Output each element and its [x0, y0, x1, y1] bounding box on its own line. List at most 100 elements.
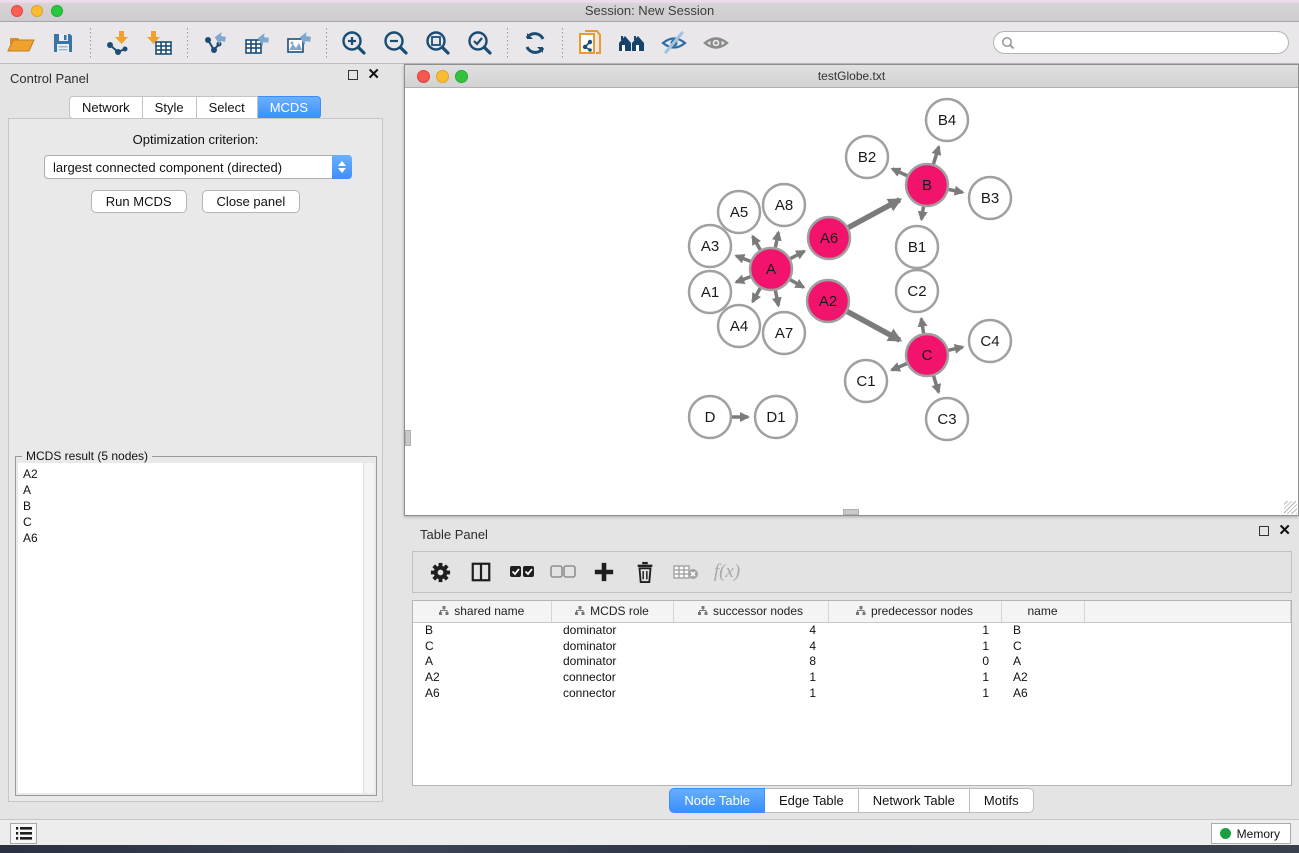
edge-A-A8[interactable] [775, 232, 778, 248]
fit-content-button[interactable] [421, 27, 455, 59]
node-B3[interactable]: B3 [969, 177, 1011, 219]
node-B2[interactable]: B2 [846, 136, 888, 178]
table-cell[interactable]: B [1001, 622, 1084, 638]
result-scrollbar[interactable] [363, 463, 374, 793]
refresh-layout-button[interactable] [518, 27, 552, 59]
export-network-button[interactable] [198, 27, 232, 59]
memory-button[interactable]: Memory [1211, 823, 1291, 844]
zoom-selected-button[interactable] [463, 27, 497, 59]
edge-C-C4[interactable] [947, 347, 962, 350]
table-cell[interactable]: 1 [673, 685, 828, 701]
edge-A-A7[interactable] [775, 290, 778, 306]
tab-mcds[interactable]: MCDS [258, 96, 321, 119]
node-B[interactable]: B [906, 164, 948, 206]
node-C3[interactable]: C3 [926, 398, 968, 440]
table-cell[interactable]: C [1001, 638, 1084, 654]
edge-B-B3[interactable] [948, 189, 963, 192]
node-A1[interactable]: A1 [689, 271, 731, 313]
table-cell[interactable]: 1 [828, 685, 1001, 701]
edge-A-A2[interactable] [789, 279, 803, 287]
function-builder-button[interactable]: f(x) [714, 559, 740, 585]
column-header[interactable]: successor nodes [673, 601, 828, 622]
table-cell[interactable]: 8 [673, 653, 828, 669]
result-item[interactable]: A6 [23, 530, 363, 546]
node-B4[interactable]: B4 [926, 99, 968, 141]
deselect-all-button[interactable] [550, 559, 576, 585]
node-D[interactable]: D [689, 396, 731, 438]
node-A7[interactable]: A7 [763, 312, 805, 354]
edge-A-A6[interactable] [790, 251, 805, 259]
search-input[interactable] [1015, 34, 1288, 52]
result-item[interactable]: A2 [23, 466, 363, 482]
table-cell[interactable]: 1 [828, 622, 1001, 638]
edge-A-A5[interactable] [753, 236, 761, 250]
toggle-column-display-button[interactable] [468, 559, 494, 585]
select-all-button[interactable] [509, 559, 535, 585]
node-A4[interactable]: A4 [718, 305, 760, 347]
show-graphics-details-button[interactable] [699, 27, 733, 59]
node-A5[interactable]: A5 [718, 191, 760, 233]
table-cell[interactable]: A6 [1001, 685, 1084, 701]
edge-A-A1[interactable] [736, 276, 751, 282]
run-mcds-button[interactable]: Run MCDS [91, 190, 187, 213]
result-item[interactable]: A [23, 482, 363, 498]
table-cell[interactable]: 4 [673, 622, 828, 638]
float-panel-icon[interactable] [1259, 526, 1269, 536]
table-cell[interactable]: 0 [828, 653, 1001, 669]
table-cell[interactable]: A [413, 653, 551, 669]
import-network-button[interactable] [101, 27, 135, 59]
tab-network-table[interactable]: Network Table [859, 788, 970, 813]
table-row[interactable]: A2connector11A2 [413, 669, 1291, 685]
column-header[interactable]: name [1001, 601, 1084, 622]
edge-A-A3[interactable] [736, 256, 751, 262]
table-cell[interactable]: connector [551, 685, 673, 701]
tab-motifs[interactable]: Motifs [970, 788, 1034, 813]
node-B1[interactable]: B1 [896, 226, 938, 268]
node-C[interactable]: C [906, 334, 948, 376]
zoom-out-button[interactable] [379, 27, 413, 59]
zoom-in-button[interactable] [337, 27, 371, 59]
add-column-button[interactable] [591, 559, 617, 585]
table-cell[interactable]: A2 [1001, 669, 1084, 685]
result-item[interactable]: B [23, 498, 363, 514]
save-session-button[interactable] [46, 27, 80, 59]
network-from-selection-button[interactable] [573, 27, 607, 59]
import-table-button[interactable] [143, 27, 177, 59]
open-session-button[interactable] [4, 27, 38, 59]
edge-A-A4[interactable] [753, 287, 761, 301]
edge-A2-C[interactable] [846, 311, 899, 340]
table-row[interactable]: Bdominator41B [413, 622, 1291, 638]
table-row[interactable]: Adominator80A [413, 653, 1291, 669]
column-header[interactable]: predecessor nodes [828, 601, 1001, 622]
vertical-scrollbar-thumb[interactable] [405, 430, 411, 446]
node-A6[interactable]: A6 [808, 217, 850, 259]
node-A3[interactable]: A3 [689, 225, 731, 267]
column-header[interactable]: MCDS role [551, 601, 673, 622]
node-D1[interactable]: D1 [755, 396, 797, 438]
edge-B-B4[interactable] [933, 147, 939, 165]
column-settings-button[interactable] [427, 559, 453, 585]
table-row[interactable]: Cdominator41C [413, 638, 1291, 654]
delete-table-button[interactable] [673, 559, 699, 585]
resize-grip[interactable] [1284, 501, 1297, 514]
export-image-button[interactable] [282, 27, 316, 59]
node-C4[interactable]: C4 [969, 320, 1011, 362]
edge-B-B2[interactable] [892, 169, 908, 176]
table-cell[interactable]: 1 [828, 669, 1001, 685]
table-cell[interactable]: dominator [551, 622, 673, 638]
column-header[interactable]: shared name [413, 601, 551, 622]
edge-C-C2[interactable] [921, 319, 923, 335]
tab-select[interactable]: Select [197, 96, 258, 119]
first-neighbors-button[interactable] [615, 27, 649, 59]
tab-style[interactable]: Style [143, 96, 197, 119]
delete-column-button[interactable] [632, 559, 658, 585]
network-window-titlebar[interactable]: testGlobe.txt [405, 65, 1298, 88]
edge-A6-B[interactable] [847, 200, 899, 228]
table-cell[interactable]: dominator [551, 653, 673, 669]
result-item[interactable]: C [23, 514, 363, 530]
tab-node-table[interactable]: Node Table [669, 788, 765, 813]
table-row[interactable]: A6connector11A6 [413, 685, 1291, 701]
edge-C-C3[interactable] [933, 375, 938, 392]
table-cell[interactable]: 1 [828, 638, 1001, 654]
horizontal-scrollbar-thumb[interactable] [843, 509, 859, 515]
